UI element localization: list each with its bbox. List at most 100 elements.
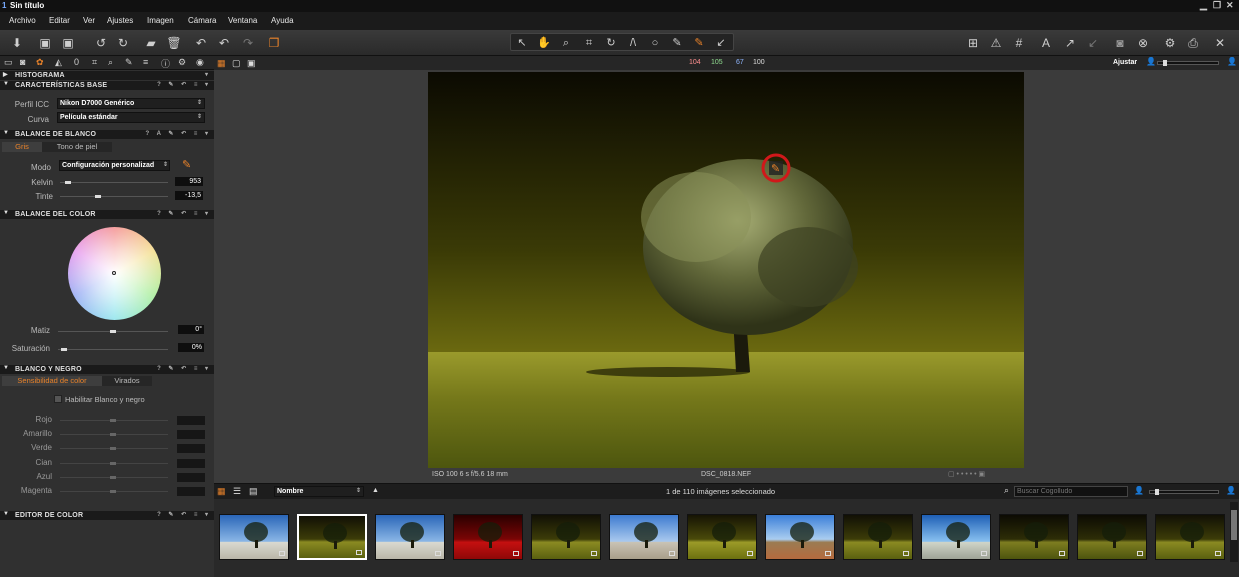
wb-header[interactable]: ▼ BALANCE DE BLANCO? A ✎ ↶ ≡ ▾: [0, 130, 214, 139]
metadata-tab-icon[interactable]: ⓘ: [161, 57, 170, 70]
adjustments-tab-icon[interactable]: ≡: [143, 57, 148, 67]
curva-select[interactable]: Película estándar: [57, 112, 205, 123]
menu-camara[interactable]: Cámara: [188, 16, 216, 25]
menu-ayuda[interactable]: Ayuda: [271, 16, 294, 25]
main-photo[interactable]: ✎: [428, 72, 1024, 468]
thumbnail[interactable]: [375, 514, 445, 560]
perfil-dropdown-icon[interactable]: ⇕: [197, 99, 202, 106]
tab-gris[interactable]: Gris: [2, 142, 42, 152]
tinte-value[interactable]: -13,5: [175, 191, 203, 200]
grid-overlay-icon[interactable]: #: [1011, 35, 1027, 51]
sort-select[interactable]: Nombre: [274, 486, 364, 497]
thumbnail[interactable]: [297, 514, 367, 560]
rating-dots[interactable]: ▢ • • • • • ▣: [948, 470, 985, 478]
pan-hand-icon[interactable]: ✋: [536, 35, 552, 51]
bw-channel-value[interactable]: [177, 487, 205, 496]
thumbnail[interactable]: [453, 514, 523, 560]
zoom-icon[interactable]: ⌕: [558, 35, 574, 51]
stop-icon[interactable]: ⊗: [1135, 35, 1151, 51]
minimize-icon[interactable]: ▁: [1200, 0, 1207, 11]
modo-select[interactable]: Configuración personalizad: [59, 160, 170, 171]
thumbnail[interactable]: [843, 514, 913, 560]
copy-apply-icon[interactable]: ↙: [713, 35, 729, 51]
wb-picker-icon[interactable]: ✎: [691, 35, 707, 51]
move-folder-icon[interactable]: ▰: [143, 35, 159, 51]
single-view-icon[interactable]: ▢: [232, 58, 241, 69]
kelvin-track[interactable]: [60, 182, 168, 183]
output-tab-icon[interactable]: ⚙: [178, 57, 186, 68]
tinte-track[interactable]: [60, 196, 168, 197]
bw-channel-handle[interactable]: [110, 475, 116, 479]
rotate-right-icon[interactable]: ↻: [115, 35, 131, 51]
thumb-scrollbar-handle[interactable]: [1231, 510, 1237, 540]
color-tab-icon[interactable]: ✿: [36, 57, 44, 68]
grid-view-icon[interactable]: ⊞: [965, 35, 981, 51]
bw-channel-value[interactable]: [177, 430, 205, 440]
kelvin-slider-handle[interactable]: [64, 181, 71, 184]
settings-gear-icon[interactable]: ⚙: [1162, 35, 1178, 51]
grid-mode-icon[interactable]: ▦: [217, 58, 226, 69]
import-icon[interactable]: ⬇: [9, 35, 25, 51]
thumbnail[interactable]: [219, 514, 289, 560]
thumbnail[interactable]: [921, 514, 991, 560]
saturacion-track[interactable]: [58, 349, 168, 350]
histogram-header[interactable]: ▶ HISTOGRAMA ▾: [0, 71, 214, 80]
keystone-icon[interactable]: /\: [625, 35, 641, 51]
thumbnail[interactable]: [1077, 514, 1147, 560]
thumbnail[interactable]: [687, 514, 757, 560]
menu-imagen[interactable]: Imagen: [147, 16, 174, 25]
saturacion-value[interactable]: 0%: [178, 343, 204, 352]
undo-icon[interactable]: ↶: [216, 35, 232, 51]
bw-enable-checkbox[interactable]: [54, 395, 62, 403]
rotate-tool-icon[interactable]: ↻: [603, 35, 619, 51]
sort-dropdown-icon[interactable]: ⇕: [356, 487, 361, 494]
select-cursor-icon[interactable]: ↖: [514, 35, 530, 51]
print-icon[interactable]: ⎙: [1185, 35, 1201, 51]
tools-icon[interactable]: ✕: [1212, 35, 1228, 51]
base-char-header[interactable]: ▼ CARACTERÍSTICAS BASE? ✎ ↶ ≡ ▾: [0, 81, 214, 90]
local-adj-tab-icon[interactable]: ✎: [125, 57, 133, 68]
bw-channel-value[interactable]: [177, 472, 205, 482]
list-view-icon[interactable]: ☰: [233, 486, 241, 497]
wb-eyedropper-icon[interactable]: ✎: [182, 158, 191, 171]
color-balance-header[interactable]: ▼ BALANCE DEL COLOR? ✎ ↶ ≡ ▾: [0, 210, 214, 219]
library-tab-icon[interactable]: ▭: [4, 57, 13, 68]
menu-archivo[interactable]: Archivo: [9, 16, 36, 25]
modo-dropdown-icon[interactable]: ⇕: [163, 161, 168, 168]
thumbnail[interactable]: [1155, 514, 1225, 560]
live-view-icon[interactable]: ▣: [60, 35, 76, 51]
color-picker-icon[interactable]: ✎: [669, 35, 685, 51]
thumbnail[interactable]: [999, 514, 1069, 560]
color-editor-header[interactable]: ▼ EDITOR DE COLOR? ✎ ↶ ≡ ▾: [0, 511, 214, 520]
details-tab-icon[interactable]: ⌕: [108, 57, 113, 68]
thumbnail-view-icon[interactable]: ▦: [217, 486, 226, 497]
bw-channel-handle[interactable]: [110, 433, 116, 437]
apply-adjust-icon[interactable]: ↙: [1085, 35, 1101, 51]
warning-icon[interactable]: ⚠: [988, 35, 1004, 51]
undo-all-icon[interactable]: ↶: [193, 35, 209, 51]
bw-channel-handle[interactable]: [110, 490, 116, 493]
camera-icon[interactable]: ◙: [1112, 35, 1128, 51]
text-icon[interactable]: A: [1038, 35, 1054, 51]
menu-ver[interactable]: Ver: [83, 16, 95, 25]
tab-tono-piel[interactable]: Tono de piel: [42, 142, 112, 152]
zoom-slider[interactable]: [1157, 60, 1219, 66]
redo-icon[interactable]: ↷: [240, 35, 256, 51]
bw-channel-value[interactable]: [177, 444, 205, 454]
curva-dropdown-icon[interactable]: ⇕: [197, 113, 202, 120]
thumb-size-slider[interactable]: [1149, 489, 1219, 495]
variants-icon[interactable]: ❐: [266, 35, 282, 51]
bw-channel-value[interactable]: [177, 416, 205, 425]
crop-icon[interactable]: ⌗: [581, 35, 597, 51]
tab-sensibilidad[interactable]: Sensibilidad de color: [2, 376, 102, 386]
bw-channel-value[interactable]: [177, 458, 205, 468]
exposure-tab-icon[interactable]: ◭: [55, 57, 62, 68]
thumbnail[interactable]: [609, 514, 679, 560]
multi-view-icon[interactable]: ▣: [247, 58, 256, 69]
zoom-slider-handle[interactable]: [1163, 60, 1167, 66]
matiz-slider-handle[interactable]: [110, 330, 116, 333]
bw-channel-handle[interactable]: [110, 461, 116, 465]
capture-tab-icon[interactable]: ◙: [20, 57, 25, 67]
copy-adjust-icon[interactable]: ↗: [1062, 35, 1078, 51]
batch-tab-icon[interactable]: ◉: [196, 57, 204, 68]
